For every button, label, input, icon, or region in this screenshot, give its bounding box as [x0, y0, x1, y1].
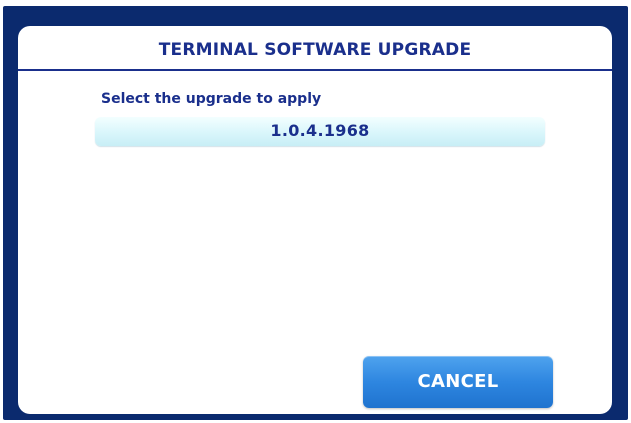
cancel-button-label: CANCEL: [417, 371, 499, 392]
upgrade-prompt: Select the upgrade to apply: [101, 91, 322, 107]
upgrade-option-label: 1.0.4.1968: [270, 121, 370, 140]
cancel-button[interactable]: CANCEL: [363, 356, 553, 408]
dialog-title: TERMINAL SOFTWARE UPGRADE: [158, 40, 472, 60]
dialog-frame: TERMINAL SOFTWARE UPGRADE Select the upg…: [3, 6, 628, 420]
upgrade-option-item[interactable]: 1.0.4.1968: [95, 117, 545, 146]
dialog-panel: TERMINAL SOFTWARE UPGRADE Select the upg…: [18, 26, 612, 414]
title-divider: [18, 69, 612, 71]
